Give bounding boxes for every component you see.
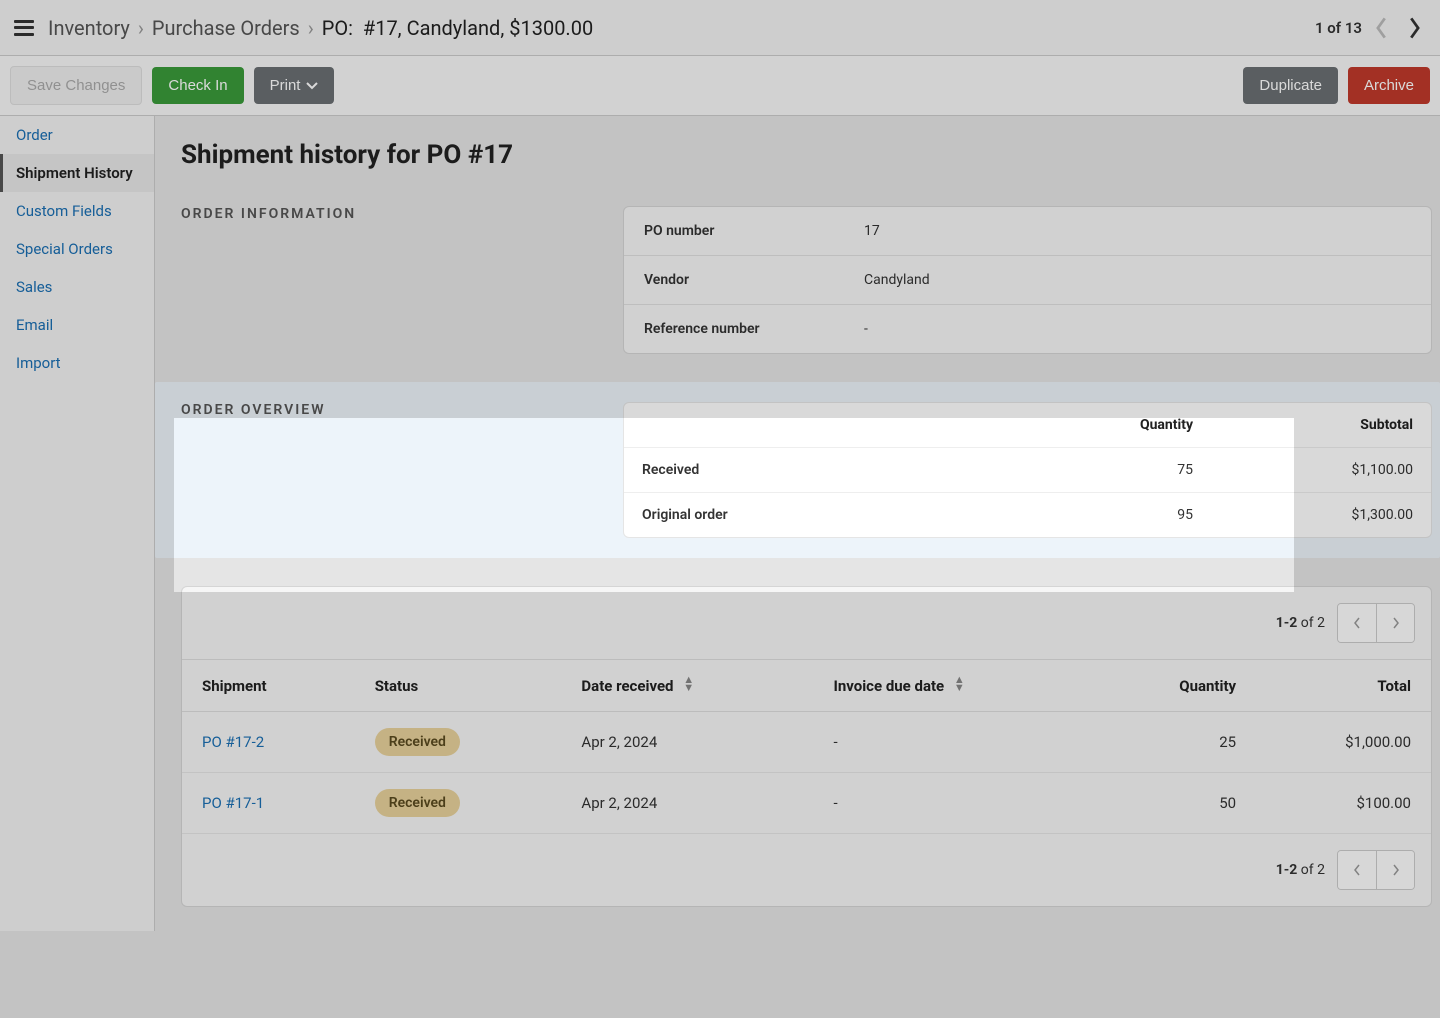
- order-overview-section: ORDER OVERVIEW Quantity Subtotal Receive…: [155, 382, 1440, 558]
- info-key: Vendor: [644, 272, 864, 288]
- sidebar-item-sales[interactable]: Sales: [0, 268, 154, 306]
- content: Shipment history for PO #17 ORDER INFORM…: [155, 116, 1440, 931]
- table-pager-top: 1-2 of 2: [182, 587, 1431, 659]
- duplicate-button[interactable]: Duplicate: [1243, 67, 1338, 104]
- col-date-received[interactable]: Date received ▲▼: [561, 660, 813, 712]
- check-in-button[interactable]: Check In: [152, 67, 243, 104]
- sidebar-item-custom-fields[interactable]: Custom Fields: [0, 192, 154, 230]
- sort-icon: ▲▼: [683, 676, 694, 692]
- cell-qty: 50: [1096, 773, 1256, 834]
- chevron-right-icon: ›: [138, 16, 144, 40]
- sort-icon: ▲▼: [954, 676, 965, 692]
- print-button[interactable]: Print: [254, 67, 335, 104]
- info-val: Candyland: [864, 272, 930, 288]
- overview-qty: 75: [1053, 462, 1193, 478]
- info-row-po: PO number 17: [624, 207, 1431, 256]
- prev-page-button[interactable]: [1338, 851, 1376, 889]
- info-val: 17: [864, 223, 880, 239]
- info-key: PO number: [644, 223, 864, 239]
- chevron-right-icon: ›: [308, 16, 314, 40]
- cell-total: $100.00: [1256, 773, 1431, 834]
- pager-range: 1-2 of 2: [1276, 862, 1325, 878]
- overview-row-received: Received 75 $1,100.00: [624, 448, 1431, 493]
- shipment-link[interactable]: PO #17-2: [202, 733, 264, 751]
- sidebar-item-import[interactable]: Import: [0, 344, 154, 382]
- menu-icon[interactable]: [14, 20, 34, 36]
- pager-range: 1-2 of 2: [1276, 615, 1325, 631]
- table-row: PO #17-2 Received Apr 2, 2024 - 25 $1,00…: [182, 712, 1431, 773]
- next-record-button[interactable]: [1402, 16, 1426, 40]
- record-pager: 1 of 13: [1315, 16, 1426, 40]
- sidebar: Order Shipment History Custom Fields Spe…: [0, 116, 155, 931]
- pager-text: 1 of 13: [1315, 19, 1362, 37]
- status-badge: Received: [375, 728, 460, 756]
- sidebar-item-special-orders[interactable]: Special Orders: [0, 230, 154, 268]
- order-info-card: PO number 17 Vendor Candyland Reference …: [623, 206, 1432, 354]
- prev-record-button[interactable]: [1370, 16, 1394, 40]
- info-row-vendor: Vendor Candyland: [624, 256, 1431, 305]
- overview-label: Received: [642, 462, 1053, 478]
- overview-subtotal: $1,300.00: [1193, 507, 1413, 523]
- table-row: PO #17-1 Received Apr 2, 2024 - 50 $100.…: [182, 773, 1431, 834]
- order-information-section: ORDER INFORMATION PO number 17 Vendor Ca…: [181, 206, 1432, 354]
- shipment-link[interactable]: PO #17-1: [202, 794, 264, 812]
- section-label-info: ORDER INFORMATION: [181, 206, 623, 354]
- save-button[interactable]: Save Changes: [10, 66, 142, 105]
- archive-button[interactable]: Archive: [1348, 67, 1430, 104]
- section-label-overview: ORDER OVERVIEW: [181, 402, 623, 538]
- info-row-reference: Reference number -: [624, 305, 1431, 353]
- order-overview-card: Quantity Subtotal Received 75 $1,100.00 …: [623, 402, 1432, 538]
- col-total[interactable]: Total: [1256, 660, 1431, 712]
- print-label: Print: [270, 77, 301, 94]
- shipments-table: Shipment Status Date received ▲▼ Invoice…: [182, 659, 1431, 834]
- cell-qty: 25: [1096, 712, 1256, 773]
- col-shipment[interactable]: Shipment: [182, 660, 355, 712]
- page-title: Shipment history for PO #17: [181, 140, 1432, 170]
- info-key: Reference number: [644, 321, 864, 337]
- overview-qty: 95: [1053, 507, 1193, 523]
- breadcrumb-inventory[interactable]: Inventory: [48, 16, 130, 40]
- sidebar-item-order[interactable]: Order: [0, 116, 154, 154]
- next-page-button[interactable]: [1376, 604, 1414, 642]
- sidebar-item-email[interactable]: Email: [0, 306, 154, 344]
- col-invoice-due[interactable]: Invoice due date ▲▼: [813, 660, 1096, 712]
- overview-header-subtotal: Subtotal: [1193, 417, 1413, 433]
- cell-date: Apr 2, 2024: [561, 712, 813, 773]
- breadcrumb-current: PO: #17, Candyland, $1300.00: [322, 16, 593, 40]
- status-badge: Received: [375, 789, 460, 817]
- actionbar: Save Changes Check In Print Duplicate Ar…: [0, 56, 1440, 116]
- col-status[interactable]: Status: [355, 660, 562, 712]
- col-quantity[interactable]: Quantity: [1096, 660, 1256, 712]
- cell-invoice: -: [813, 712, 1096, 773]
- overview-row-original: Original order 95 $1,300.00: [624, 493, 1431, 537]
- overview-subtotal: $1,100.00: [1193, 462, 1413, 478]
- breadcrumb: Inventory › Purchase Orders › PO: #17, C…: [48, 16, 1315, 40]
- info-val: -: [864, 321, 868, 337]
- overview-label: Original order: [642, 507, 1053, 523]
- cell-date: Apr 2, 2024: [561, 773, 813, 834]
- cell-total: $1,000.00: [1256, 712, 1431, 773]
- table-pager-bottom: 1-2 of 2: [182, 834, 1431, 906]
- overview-header-quantity: Quantity: [1053, 417, 1193, 433]
- cell-invoice: -: [813, 773, 1096, 834]
- shipment-table-card: 1-2 of 2 Shipment Status Date received ▲…: [181, 586, 1432, 907]
- prev-page-button[interactable]: [1338, 604, 1376, 642]
- breadcrumb-purchase-orders[interactable]: Purchase Orders: [152, 16, 300, 40]
- next-page-button[interactable]: [1376, 851, 1414, 889]
- sidebar-item-shipment-history[interactable]: Shipment History: [0, 154, 154, 192]
- chevron-down-icon: [306, 77, 318, 94]
- topbar: Inventory › Purchase Orders › PO: #17, C…: [0, 0, 1440, 56]
